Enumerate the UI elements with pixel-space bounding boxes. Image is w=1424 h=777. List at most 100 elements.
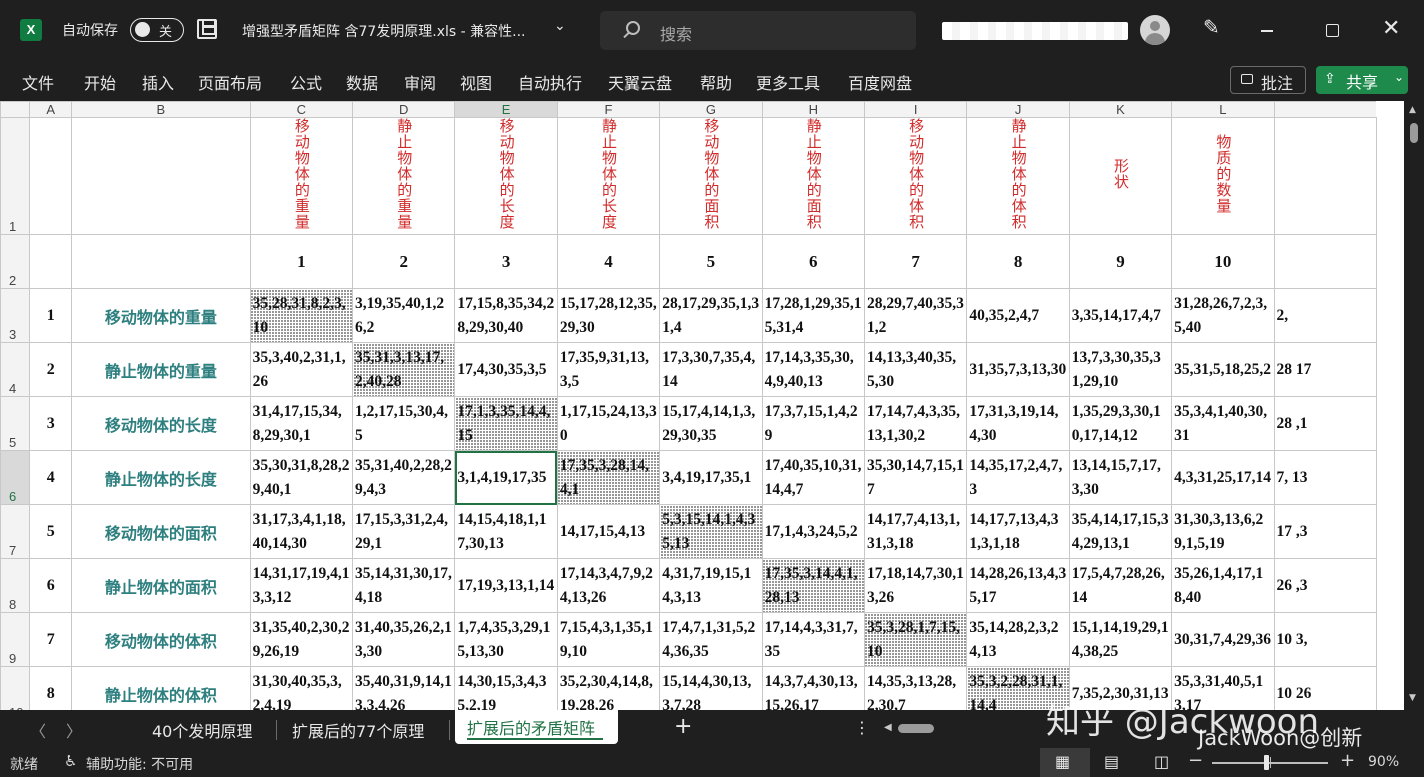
principle-cell[interactable]: 17,28,1,29,35,15,31,4 — [761, 288, 865, 343]
principle-cell[interactable]: 28,29,7,40,35,31,2 — [863, 288, 968, 343]
principle-cell[interactable]: 14,17,15,4,13 — [556, 504, 661, 559]
vertical-scrollbar[interactable]: ▲ ▼ — [1404, 101, 1424, 710]
column-header-h[interactable]: H — [761, 101, 865, 118]
principle-cell[interactable]: 14,17,7,13,4,31,3,1,18 — [966, 504, 1070, 559]
pen-icon[interactable]: ✎ — [1203, 15, 1220, 39]
scroll-left-icon[interactable]: ◀ — [884, 722, 892, 733]
parameter-number[interactable]: 6 — [761, 234, 865, 289]
row-header-5[interactable]: 5 — [0, 396, 31, 451]
principle-cell[interactable]: 17,31,3,19,14,4,30 — [966, 396, 1070, 451]
principle-cell[interactable]: 17,3,7,15,1,4,29 — [761, 396, 865, 451]
parameter-number[interactable]: 2 — [352, 234, 456, 289]
principle-cell[interactable]: 17,40,35,10,31,14,4,7 — [761, 450, 865, 505]
column-header-a[interactable]: A — [29, 101, 73, 118]
principle-cell[interactable]: 17,14,3,35,30,4,9,40,13 — [761, 342, 865, 397]
menu-tianyi-cloud[interactable]: 天翼云盘 — [608, 70, 672, 94]
principle-cell[interactable]: 35,14,31,30,17,4,18 — [352, 558, 456, 613]
zoom-slider-thumb[interactable] — [1264, 755, 1269, 770]
principle-cell[interactable]: 14,3,7,4,30,13,15,26,17 — [761, 666, 865, 710]
parameter-number[interactable]: 7 — [863, 234, 968, 289]
zoom-in-button[interactable]: + — [1340, 750, 1355, 771]
principle-cell[interactable]: 3,4,19,17,35,1 — [659, 450, 763, 505]
document-title[interactable]: 增强型矛盾矩阵 含77发明原理.xls - 兼容性... — [242, 21, 526, 41]
row-header-7[interactable]: 7 — [0, 504, 31, 559]
principle-cell[interactable]: 14,35,3,13,28,2,30,7 — [863, 666, 968, 710]
parameter-index[interactable]: 3 — [29, 396, 73, 451]
save-icon[interactable] — [197, 19, 217, 39]
zoom-out-button[interactable]: − — [1188, 750, 1203, 771]
principle-cell[interactable]: 17,14,4,3,31,7,35 — [761, 612, 865, 667]
principle-cell[interactable]: 1,2,17,15,30,4,5 — [352, 396, 456, 451]
maximize-icon[interactable] — [1326, 24, 1339, 37]
search-box[interactable]: 搜索 — [600, 11, 916, 50]
principle-cell[interactable]: 35,14,28,2,3,24,13 — [966, 612, 1070, 667]
principle-cell[interactable]: 35,26,1,4,17,18,40 — [1171, 558, 1275, 613]
principle-cell[interactable]: 31,40,35,26,2,13,30 — [352, 612, 456, 667]
principle-cell[interactable]: 17,14,3,4,7,9,24,13,26 — [556, 558, 661, 613]
principle-cell[interactable]: 17,35,3,14,4,1,28,13 — [761, 558, 865, 613]
principle-cell[interactable]: 35,28,31,8,2,3,10 — [249, 288, 354, 343]
principle-cell[interactable]: 17,4,30,35,3,5 — [454, 342, 558, 397]
principle-cell[interactable]: 14,35,17,2,4,7,3 — [966, 450, 1070, 505]
scroll-down-icon[interactable]: ▼ — [1409, 693, 1416, 703]
minimize-icon[interactable] — [1261, 30, 1273, 32]
principle-cell[interactable]: 31,35,40,2,30,29,26,19 — [249, 612, 354, 667]
scroll-up-icon[interactable]: ▲ — [1409, 105, 1416, 115]
chevron-down-icon[interactable]: ⌄ — [1394, 70, 1404, 84]
menu-home[interactable]: 开始 — [84, 70, 116, 94]
active-cell[interactable]: 3,1,4,19,17,35 — [454, 450, 558, 505]
menu-file[interactable]: 文件 — [22, 70, 54, 94]
principle-cell[interactable]: 28,17,29,35,1,31,4 — [659, 288, 763, 343]
parameter-name[interactable]: 移动物体的体积 — [71, 612, 251, 667]
principle-cell[interactable]: 14,13,3,40,35,5,30 — [863, 342, 968, 397]
zoom-level[interactable]: 90% — [1368, 754, 1399, 770]
parameter-header[interactable]: 移动物体的重量 — [249, 117, 354, 235]
principle-cell[interactable]: 17,4,7,1,31,5,24,36,35 — [659, 612, 763, 667]
parameter-header[interactable]: 物质的数量 — [1171, 117, 1275, 235]
column-header-g[interactable]: G — [659, 101, 763, 118]
parameter-header[interactable]: 移动物体的体积 — [863, 117, 968, 235]
column-header-b[interactable]: B — [71, 101, 251, 118]
parameter-name[interactable]: 移动物体的面积 — [71, 504, 251, 559]
overflow-cell[interactable]: 10 3, — [1273, 612, 1377, 667]
principle-cell[interactable]: 17,15,3,31,2,4,29,1 — [352, 504, 456, 559]
more-options-icon[interactable]: ⋮ — [854, 718, 870, 737]
cell-b1[interactable] — [71, 117, 251, 235]
select-all-corner[interactable] — [0, 101, 31, 118]
cell-a1[interactable] — [29, 117, 73, 235]
sheet-tab-77-principles[interactable]: 扩展后的77个原理 — [292, 718, 424, 742]
row-header-3[interactable]: 3 — [0, 288, 31, 343]
row-header-2[interactable]: 2 — [0, 234, 31, 289]
parameter-header[interactable]: 形状 — [1068, 117, 1173, 235]
principle-cell[interactable]: 14,30,15,3,4,35,2,19 — [454, 666, 558, 710]
principle-cell[interactable]: 31,35,7,3,13,30 — [966, 342, 1070, 397]
row-header-10[interactable]: 10 — [0, 666, 31, 710]
principle-cell[interactable]: 15,17,4,14,1,3,29,30,35 — [659, 396, 763, 451]
sheet-tab-extended-matrix[interactable]: 扩展后的矛盾矩阵 — [455, 710, 618, 744]
overflow-cell[interactable]: 26 ,3 — [1273, 558, 1377, 613]
menu-more-tools[interactable]: 更多工具 — [756, 70, 820, 94]
principle-cell[interactable]: 35,3,28,1,7,15,10 — [863, 612, 968, 667]
overflow-cell[interactable]: 28 ,1 — [1273, 396, 1377, 451]
row-header-6[interactable]: 6 — [0, 450, 31, 505]
menu-review[interactable]: 审阅 — [404, 70, 436, 94]
parameter-index[interactable]: 7 — [29, 612, 73, 667]
share-button[interactable]: ⇪ 共享 ⌄ — [1316, 66, 1408, 94]
principle-cell[interactable]: 17,1,4,3,24,5,2 — [761, 504, 865, 559]
row-header-8[interactable]: 8 — [0, 558, 31, 613]
principle-cell[interactable]: 35,30,31,8,28,29,40,1 — [249, 450, 354, 505]
row-header-4[interactable]: 4 — [0, 342, 31, 397]
menu-view[interactable]: 视图 — [460, 70, 492, 94]
column-header-i[interactable]: I — [863, 101, 968, 118]
parameter-index[interactable]: 1 — [29, 288, 73, 343]
parameter-number[interactable]: 1 — [249, 234, 354, 289]
column-header-f[interactable]: F — [556, 101, 661, 118]
accessibility-icon[interactable]: ♿ — [64, 752, 77, 770]
principle-cell[interactable]: 30,31,7,4,29,36 — [1171, 612, 1275, 667]
parameter-name[interactable]: 移动物体的长度 — [71, 396, 251, 451]
principle-cell[interactable]: 40,35,2,4,7 — [966, 288, 1070, 343]
principle-cell[interactable]: 17,5,4,7,28,26,14 — [1068, 558, 1173, 613]
next-sheet-icon[interactable]: 〉 — [66, 718, 82, 742]
parameter-header[interactable]: 静止物体的体积 — [966, 117, 1070, 235]
principle-cell[interactable]: 4,31,7,19,15,14,3,13 — [659, 558, 763, 613]
